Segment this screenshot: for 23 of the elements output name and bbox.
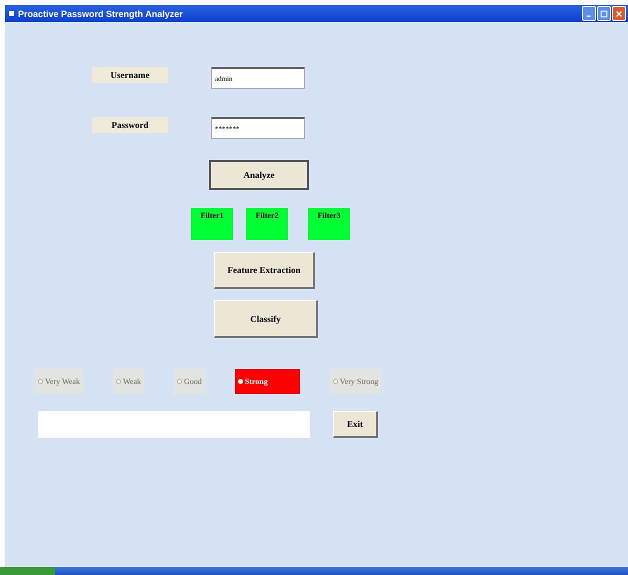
result-field[interactable] xyxy=(38,411,310,438)
strength-option[interactable]: Very Weak xyxy=(35,368,83,394)
username-label: Username xyxy=(92,67,168,83)
feature-extraction-button[interactable]: Feature Extraction xyxy=(214,252,315,289)
filter-indicator: Filter2 xyxy=(246,208,288,240)
app-icon xyxy=(9,11,14,16)
start-button[interactable] xyxy=(0,567,55,575)
maximize-button[interactable] xyxy=(597,6,611,21)
strength-option[interactable]: Weak xyxy=(112,368,144,394)
minimize-button[interactable] xyxy=(582,6,596,21)
analyze-button[interactable]: Analyze xyxy=(209,160,309,190)
filter-indicator: Filter3 xyxy=(308,208,350,240)
close-icon xyxy=(615,10,623,18)
classify-button[interactable]: Classify xyxy=(214,300,318,338)
filter-indicator: Filter1 xyxy=(191,208,233,240)
window-title: Proactive Password Strength Analyzer xyxy=(18,8,184,18)
strength-option[interactable]: Good xyxy=(174,368,205,394)
strength-option[interactable]: Strong xyxy=(234,368,300,394)
maximize-icon xyxy=(600,10,608,18)
strength-option[interactable]: Very Strong xyxy=(330,368,382,394)
exit-button[interactable]: Exit xyxy=(333,411,378,438)
close-button[interactable] xyxy=(612,6,626,21)
password-label: Password xyxy=(92,117,168,133)
